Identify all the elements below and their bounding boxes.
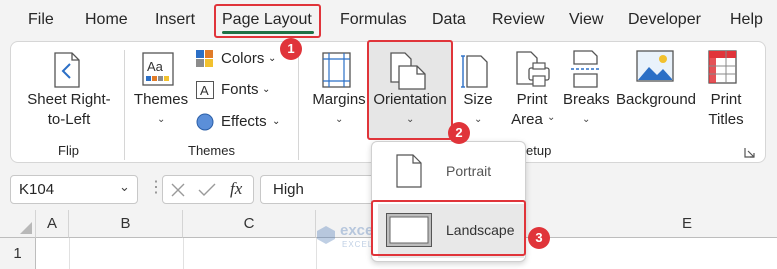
themes-label: Themes: [133, 91, 189, 108]
tab-file[interactable]: File: [28, 0, 54, 40]
select-all-corner[interactable]: [0, 210, 36, 238]
formula-value: High: [273, 181, 304, 198]
background-button[interactable]: Background: [614, 90, 698, 112]
breaks-button[interactable]: Breaks ⌄: [563, 90, 610, 130]
colors-label: Colors: [221, 50, 265, 67]
group-label-page-setup: etup: [526, 143, 552, 158]
print-area-label-1: Print: [516, 91, 548, 108]
cancel-icon[interactable]: [170, 182, 186, 198]
column-header[interactable]: C: [183, 210, 316, 238]
chevron-down-icon: ⌄: [582, 114, 591, 125]
effects-icon: [196, 113, 214, 131]
print-area-icon: [515, 50, 551, 93]
group-separator: [124, 50, 125, 160]
sheet-right-to-left-label-2: to-Left: [47, 111, 91, 128]
chevron-down-icon: ⌄: [547, 112, 556, 123]
portrait-label: Portrait: [446, 163, 492, 179]
colors-icon: [196, 50, 213, 67]
column-header[interactable]: E: [682, 210, 692, 238]
fonts-label: Fonts: [221, 81, 259, 98]
tab-review[interactable]: Review: [492, 0, 544, 40]
chevron-down-icon: ⌄: [335, 114, 344, 125]
print-titles-icon: [708, 50, 738, 91]
svg-text:A: A: [200, 83, 209, 98]
enter-check-icon[interactable]: [198, 182, 216, 198]
print-titles-label-1: Print: [710, 91, 742, 108]
print-titles-button[interactable]: Print Titles: [702, 90, 750, 130]
effects-label: Effects: [221, 113, 267, 130]
tab-data[interactable]: Data: [432, 0, 466, 40]
print-area-button[interactable]: Print Area ⌄: [508, 90, 556, 130]
chevron-down-icon: ⌄: [268, 53, 277, 64]
margins-label: Margins: [312, 91, 366, 108]
tab-insert[interactable]: Insert: [155, 0, 195, 40]
callout-badge-3: 3: [528, 227, 550, 249]
name-box[interactable]: K104 ⌄: [10, 175, 138, 204]
formula-input[interactable]: High: [260, 175, 380, 204]
watermark-logo-icon: [317, 226, 335, 244]
margins-icon: [322, 52, 352, 93]
dialog-launcher-icon[interactable]: [744, 145, 755, 163]
print-titles-label-2: Titles: [708, 111, 744, 128]
highlight-landscape: [371, 200, 526, 256]
tab-help[interactable]: Help: [730, 0, 763, 40]
sheet-right-to-left-label-1: Sheet Right-: [27, 91, 111, 108]
chevron-down-icon: ⌄: [157, 114, 166, 125]
portrait-page-icon: [396, 154, 422, 188]
highlight-orientation: [367, 40, 453, 140]
callout-badge-2: 2: [448, 122, 470, 144]
themes-button[interactable]: Themes ⌄: [132, 90, 190, 130]
group-label-themes: Themes: [188, 143, 235, 158]
column-header[interactable]: A: [36, 210, 69, 238]
chevron-down-icon[interactable]: ⌄: [119, 179, 130, 195]
formula-tools: fx: [162, 175, 254, 204]
callout-badge-1: 1: [280, 38, 302, 60]
column-header[interactable]: B: [69, 210, 183, 238]
orientation-option-portrait[interactable]: Portrait: [374, 148, 524, 198]
themes-icon: Aa: [142, 52, 174, 91]
name-box-value: K104: [19, 181, 55, 198]
size-label: Size: [463, 91, 493, 108]
tab-formulas[interactable]: Formulas: [340, 0, 407, 40]
insert-function-button[interactable]: fx: [230, 179, 242, 199]
select-all-triangle-icon: [20, 222, 32, 234]
tab-home[interactable]: Home: [85, 0, 128, 40]
sheet-right-to-left-icon: [52, 52, 82, 93]
row-header[interactable]: 1: [0, 238, 36, 269]
chevron-down-icon: ⌄: [272, 116, 281, 127]
background-label: Background: [615, 91, 697, 108]
breaks-icon: [570, 50, 600, 93]
group-label-flip: Flip: [58, 143, 79, 158]
svg-text:Aa: Aa: [147, 59, 164, 74]
tab-developer[interactable]: Developer: [628, 0, 701, 40]
chevron-down-icon: ⌄: [474, 114, 483, 125]
highlight-page-layout: [214, 4, 321, 38]
margins-button[interactable]: Margins ⌄: [310, 90, 368, 130]
tab-view[interactable]: View: [569, 0, 603, 40]
fonts-icon: A: [196, 81, 214, 99]
print-area-label-2: Area: [511, 111, 543, 128]
background-image-icon: [636, 50, 674, 89]
breaks-label: Breaks: [563, 91, 610, 108]
group-separator: [298, 50, 299, 160]
size-icon: [461, 52, 491, 93]
sheet-right-to-left-button[interactable]: Sheet Right- to-Left: [17, 90, 121, 132]
menu-bar: File Home Insert Page Layout Formulas Da…: [0, 0, 777, 40]
chevron-down-icon: ⌄: [262, 84, 271, 95]
